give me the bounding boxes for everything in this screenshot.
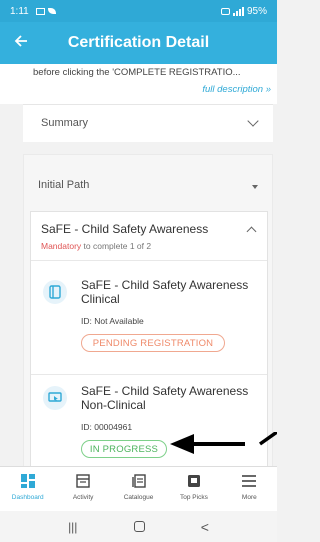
- app-bar: Certification Detail: [0, 22, 277, 64]
- status-badge: PENDING REGISTRATION: [81, 334, 225, 352]
- initial-path-section: Initial Path SaFE - Child Safety Awarene…: [23, 154, 273, 466]
- top-picks-icon: [187, 473, 201, 489]
- book-icon: [43, 280, 67, 304]
- gallery-notification-icon: [35, 7, 45, 15]
- battery-level: 95%: [246, 5, 267, 17]
- chevron-down-icon: [247, 115, 259, 127]
- status-bar: 1:11 95%: [0, 0, 277, 22]
- item-name: SaFE - Child Safety Awareness Clinical: [81, 278, 249, 306]
- mandatory-label: Mandatory: [41, 241, 82, 251]
- item-name: SaFE - Child Safety Awareness Non-Clinic…: [81, 384, 249, 412]
- list-item-clinical[interactable]: SaFE - Child Safety Awareness Clinical I…: [31, 278, 267, 360]
- page-title: Certification Detail: [67, 34, 210, 51]
- system-nav-bar: ||| <: [0, 511, 277, 542]
- activity-icon: [76, 473, 90, 489]
- full-description-link[interactable]: full description »: [202, 84, 271, 95]
- caret-down-icon[interactable]: [252, 185, 258, 189]
- status-badge: IN PROGRESS: [81, 440, 167, 458]
- app-notification-icon: [47, 8, 56, 14]
- mandatory-rest: to complete 1 of 2: [81, 241, 152, 251]
- summary-label: Summary: [41, 117, 89, 129]
- tab-top-picks[interactable]: Top Picks: [166, 467, 221, 511]
- bottom-tab-bar: Dashboard Activity Catalogue Top Picks M…: [0, 466, 277, 511]
- divider: [31, 260, 267, 261]
- status-time: 1:11: [10, 5, 29, 17]
- mandatory-note: Mandatory to complete 1 of 2: [41, 241, 151, 251]
- tab-dashboard[interactable]: Dashboard: [0, 467, 55, 511]
- content-scroll[interactable]: before clicking the 'COMPLETE REGISTRATI…: [0, 64, 277, 466]
- divider: [31, 374, 267, 375]
- screen-pointer-icon: [43, 386, 67, 410]
- description-section: before clicking the 'COMPLETE REGISTRATI…: [0, 64, 277, 104]
- wifi-icon: [220, 7, 230, 15]
- home-button[interactable]: [133, 521, 145, 532]
- back-button[interactable]: <: [201, 519, 209, 535]
- catalogue-icon: [131, 473, 146, 489]
- tab-label: More: [241, 494, 257, 501]
- summary-dropdown[interactable]: Summary: [23, 104, 273, 142]
- description-text: before clicking the 'COMPLETE REGISTRATI…: [33, 67, 241, 78]
- item-id: ID: Not Available: [81, 316, 144, 326]
- arrow-left-icon[interactable]: [14, 32, 28, 52]
- chevron-up-icon[interactable]: [246, 226, 257, 237]
- tab-label: Catalogue: [123, 494, 154, 501]
- tab-catalogue[interactable]: Catalogue: [111, 467, 166, 511]
- item-id: ID: 00004961: [81, 422, 133, 432]
- recents-button[interactable]: |||: [68, 520, 77, 534]
- signal-icon: [232, 6, 244, 16]
- course-card: SaFE - Child Safety Awareness Mandatory …: [30, 211, 268, 466]
- initial-path-label: Initial Path: [38, 179, 90, 191]
- annotation-arrow: [170, 432, 277, 454]
- tab-activity[interactable]: Activity: [55, 467, 110, 511]
- menu-icon: [242, 473, 257, 489]
- tab-label: Top Picks: [180, 494, 208, 501]
- dashboard-icon: [20, 473, 35, 489]
- tab-more[interactable]: More: [222, 467, 277, 511]
- tab-label: Activity: [72, 494, 94, 501]
- tab-label: Dashboard: [11, 494, 44, 501]
- course-title: SaFE - Child Safety Awareness: [41, 222, 209, 236]
